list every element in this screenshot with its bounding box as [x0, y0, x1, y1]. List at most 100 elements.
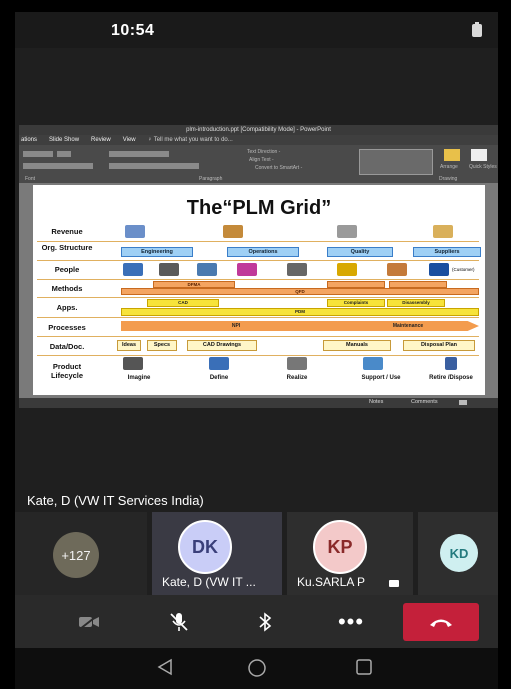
paragraph-group-label: Paragraph [199, 176, 223, 182]
doc-box-disposal-plan: Disposal Plan [403, 340, 475, 351]
text-direction-button[interactable]: Text Direction - [247, 149, 280, 155]
more-options-button[interactable]: ••• [321, 603, 381, 641]
lifecycle-define: Define [209, 375, 229, 381]
factory-icon [287, 357, 307, 370]
status-bar: 10:54 [15, 12, 498, 48]
shapes-gallery[interactable] [359, 149, 433, 175]
align-icons[interactable] [109, 163, 199, 169]
back-icon[interactable] [157, 658, 173, 676]
battery-icon [472, 22, 482, 37]
tell-me-search[interactable]: ♀ Tell me what you want to do... [148, 135, 233, 145]
bullets-icon[interactable] [109, 151, 169, 157]
arrange-icon[interactable] [444, 149, 460, 161]
row-label-methods: Methods [51, 284, 83, 293]
hang-up-icon [430, 619, 452, 627]
lifecycle-realize: Realize [286, 375, 308, 381]
menu-view[interactable]: View [123, 135, 136, 145]
inspector-icon [387, 263, 407, 276]
status-time: 10:54 [111, 22, 155, 39]
align-text-button[interactable]: Align Text - [249, 157, 274, 163]
row-people: People (Customer) [37, 261, 479, 280]
android-nav-bar [15, 648, 498, 689]
menu-animations[interactable]: ations [21, 135, 37, 145]
avatar-kp-initials: KP [327, 536, 353, 557]
row-revenue: Revenue [37, 223, 479, 242]
presenter-name: Kate, D (VW IT Services India) [27, 493, 204, 508]
lifecycle-support-use: Support / Use [361, 375, 401, 381]
doc-box-ideas: Ideas [117, 340, 141, 351]
tile-participant-kd[interactable]: KD [418, 512, 498, 595]
person-icon [123, 263, 143, 276]
arrange-button[interactable]: Arrange [440, 164, 458, 170]
row-label-processes: Processes [48, 323, 86, 332]
avatar-kp: KP [313, 520, 367, 574]
row-label-product-lifecycle: Product Lifecycle [50, 362, 84, 380]
handshake-icon [337, 225, 357, 238]
mic-toggle-button[interactable] [149, 603, 209, 641]
avatar-dk-initials: DK [192, 536, 218, 557]
row-org-structure: Org. Structure Engineering Operations Qu… [37, 242, 481, 261]
menu-review[interactable]: Review [91, 135, 111, 145]
slide-title: The“PLM Grid” [186, 197, 332, 219]
call-controls: ••• [15, 595, 498, 648]
tile-participant-kp[interactable]: KP Ku.SARLA P [287, 512, 413, 595]
camera-off-icon [389, 580, 399, 587]
menu-slide-show[interactable]: Slide Show [49, 135, 79, 145]
more-dots-icon: ••• [337, 609, 365, 634]
camera-toggle-button[interactable] [59, 603, 119, 641]
recents-icon[interactable] [355, 658, 373, 676]
tile-dk-label: Kate, D (VW IT ... [162, 575, 256, 589]
convert-smartart-button[interactable]: Convert to SmartArt - [255, 165, 302, 171]
tile-kp-label: Ku.SARLA P [297, 575, 366, 589]
avatar-kd-initials: KD [449, 545, 469, 561]
notes-button[interactable]: Notes [369, 399, 383, 405]
slide-canvas: The“PLM Grid” Revenue Org. Structure Eng… [19, 183, 498, 398]
process-arrow-npi: NPI [121, 321, 351, 331]
tile-overflow[interactable]: +127 [15, 512, 147, 595]
row-data-doc: Data/Doc. Ideas Specs CAD Drawings Manua… [37, 337, 479, 356]
shared-screen[interactable]: plm-introduction.ppt [Compatibility Mode… [19, 125, 498, 408]
trash-can-icon [445, 357, 457, 370]
bluetooth-icon [259, 612, 272, 632]
method-bar-dfma: DFMA [153, 281, 235, 288]
forklift-icon [337, 263, 357, 276]
font-style-icons[interactable] [23, 163, 93, 169]
avatar-dk: DK [178, 520, 232, 574]
quick-styles-icon[interactable] [471, 149, 487, 161]
computer-icon [159, 263, 179, 276]
phone-screen: 10:54 plm-introduction.ppt [Compatibilit… [15, 12, 498, 689]
normal-view-icon[interactable] [459, 400, 467, 405]
row-apps: Apps. CAD Complaints Disassembly PDM [37, 298, 479, 318]
app-bar-pdm: PDM [121, 308, 479, 316]
row-methods: Methods DFMA QFD [37, 280, 479, 298]
slide: The“PLM Grid” Revenue Org. Structure Eng… [33, 185, 485, 395]
tile-participant-dk[interactable]: DK Kate, D (VW IT ... [152, 512, 282, 595]
row-product-lifecycle: Product Lifecycle Imagine Define Realize… [37, 356, 479, 386]
app-bar-complaints: Complaints [327, 299, 385, 307]
audio-device-button[interactable] [235, 603, 295, 641]
org-box-operations: Operations [227, 247, 299, 257]
app-bar-disassembly: Disassembly [387, 299, 445, 307]
lifecycle-imagine: Imagine [127, 375, 151, 381]
row-label-revenue: Revenue [51, 227, 83, 236]
doc-box-specs: Specs [147, 340, 177, 351]
end-call-button[interactable] [403, 603, 479, 641]
overflow-count: +127 [61, 547, 91, 563]
customer-label: (Customer) [452, 267, 475, 272]
chart-icon [125, 225, 145, 238]
method-bar-3 [389, 281, 447, 288]
home-icon[interactable] [247, 658, 267, 678]
org-box-suppliers: Suppliers [413, 247, 481, 257]
row-label-data-doc: Data/Doc. [49, 342, 85, 351]
quick-styles-button[interactable]: Quick Styles [469, 164, 497, 170]
comments-button[interactable]: Comments [411, 399, 438, 405]
row-label-people: People [54, 265, 80, 274]
font-grow-icon[interactable] [57, 151, 71, 157]
doc-box-cad-drawings: CAD Drawings [187, 340, 257, 351]
font-size-box[interactable] [23, 151, 53, 157]
avatar-kd: KD [440, 534, 478, 572]
support-icon [363, 357, 383, 370]
method-bar-2 [327, 281, 385, 288]
org-box-engineering: Engineering [121, 247, 193, 257]
ppt-ribbon: Text Direction - Align Text - Convert to… [19, 145, 498, 183]
